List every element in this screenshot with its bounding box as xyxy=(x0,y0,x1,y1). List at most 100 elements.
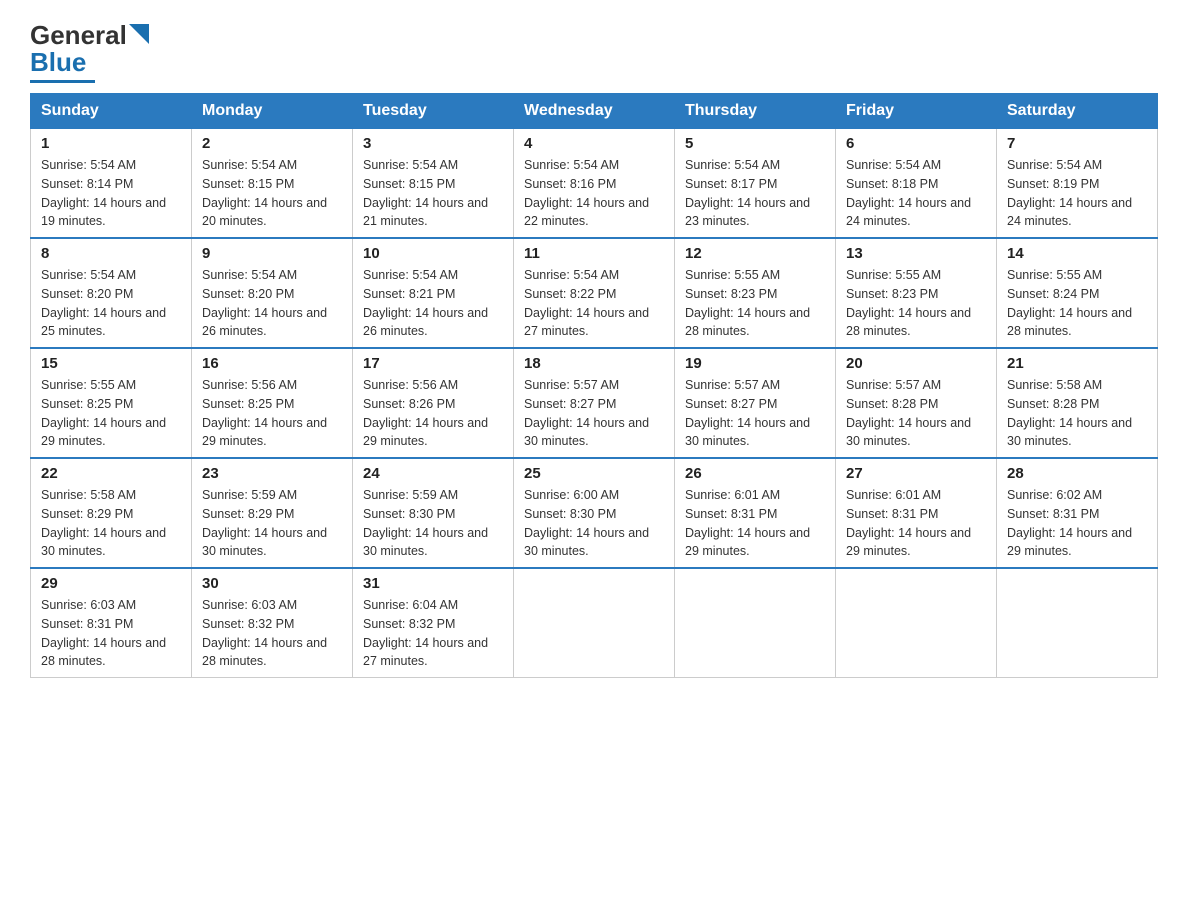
day-info: Sunrise: 5:54 AM Sunset: 8:16 PM Dayligh… xyxy=(524,156,664,231)
day-number: 26 xyxy=(685,465,825,482)
day-info: Sunrise: 6:04 AM Sunset: 8:32 PM Dayligh… xyxy=(363,596,503,671)
calendar-cell: 14 Sunrise: 5:55 AM Sunset: 8:24 PM Dayl… xyxy=(997,238,1158,348)
day-info: Sunrise: 6:01 AM Sunset: 8:31 PM Dayligh… xyxy=(685,486,825,561)
day-info: Sunrise: 6:01 AM Sunset: 8:31 PM Dayligh… xyxy=(846,486,986,561)
day-number: 20 xyxy=(846,355,986,372)
day-number: 30 xyxy=(202,575,342,592)
day-number: 31 xyxy=(363,575,503,592)
day-number: 18 xyxy=(524,355,664,372)
page-header: General Blue xyxy=(30,20,1158,83)
calendar-cell: 25 Sunrise: 6:00 AM Sunset: 8:30 PM Dayl… xyxy=(514,458,675,568)
day-info: Sunrise: 6:00 AM Sunset: 8:30 PM Dayligh… xyxy=(524,486,664,561)
calendar-header-row: SundayMondayTuesdayWednesdayThursdayFrid… xyxy=(31,94,1158,129)
calendar-cell: 5 Sunrise: 5:54 AM Sunset: 8:17 PM Dayli… xyxy=(675,129,836,239)
calendar-week-5: 29 Sunrise: 6:03 AM Sunset: 8:31 PM Dayl… xyxy=(31,568,1158,678)
day-number: 29 xyxy=(41,575,181,592)
day-info: Sunrise: 5:55 AM Sunset: 8:23 PM Dayligh… xyxy=(685,266,825,341)
day-number: 7 xyxy=(1007,135,1147,152)
day-info: Sunrise: 5:55 AM Sunset: 8:25 PM Dayligh… xyxy=(41,376,181,451)
calendar-cell: 18 Sunrise: 5:57 AM Sunset: 8:27 PM Dayl… xyxy=(514,348,675,458)
calendar-cell: 26 Sunrise: 6:01 AM Sunset: 8:31 PM Dayl… xyxy=(675,458,836,568)
day-number: 21 xyxy=(1007,355,1147,372)
header-friday: Friday xyxy=(836,94,997,129)
day-info: Sunrise: 5:54 AM Sunset: 8:22 PM Dayligh… xyxy=(524,266,664,341)
header-saturday: Saturday xyxy=(997,94,1158,129)
day-number: 11 xyxy=(524,245,664,262)
day-number: 2 xyxy=(202,135,342,152)
calendar-cell: 9 Sunrise: 5:54 AM Sunset: 8:20 PM Dayli… xyxy=(192,238,353,348)
day-number: 8 xyxy=(41,245,181,262)
calendar-week-4: 22 Sunrise: 5:58 AM Sunset: 8:29 PM Dayl… xyxy=(31,458,1158,568)
calendar-cell: 21 Sunrise: 5:58 AM Sunset: 8:28 PM Dayl… xyxy=(997,348,1158,458)
day-info: Sunrise: 5:54 AM Sunset: 8:18 PM Dayligh… xyxy=(846,156,986,231)
day-number: 28 xyxy=(1007,465,1147,482)
day-number: 23 xyxy=(202,465,342,482)
day-number: 9 xyxy=(202,245,342,262)
calendar-week-3: 15 Sunrise: 5:55 AM Sunset: 8:25 PM Dayl… xyxy=(31,348,1158,458)
day-number: 24 xyxy=(363,465,503,482)
calendar-cell xyxy=(514,568,675,678)
day-info: Sunrise: 5:54 AM Sunset: 8:20 PM Dayligh… xyxy=(41,266,181,341)
calendar-cell: 30 Sunrise: 6:03 AM Sunset: 8:32 PM Dayl… xyxy=(192,568,353,678)
day-info: Sunrise: 6:03 AM Sunset: 8:32 PM Dayligh… xyxy=(202,596,342,671)
day-info: Sunrise: 5:57 AM Sunset: 8:27 PM Dayligh… xyxy=(524,376,664,451)
calendar-cell: 29 Sunrise: 6:03 AM Sunset: 8:31 PM Dayl… xyxy=(31,568,192,678)
day-number: 25 xyxy=(524,465,664,482)
day-number: 19 xyxy=(685,355,825,372)
day-info: Sunrise: 5:59 AM Sunset: 8:30 PM Dayligh… xyxy=(363,486,503,561)
day-info: Sunrise: 5:58 AM Sunset: 8:28 PM Dayligh… xyxy=(1007,376,1147,451)
day-number: 27 xyxy=(846,465,986,482)
day-info: Sunrise: 5:55 AM Sunset: 8:24 PM Dayligh… xyxy=(1007,266,1147,341)
calendar-cell: 12 Sunrise: 5:55 AM Sunset: 8:23 PM Dayl… xyxy=(675,238,836,348)
calendar-cell: 1 Sunrise: 5:54 AM Sunset: 8:14 PM Dayli… xyxy=(31,129,192,239)
calendar-cell: 8 Sunrise: 5:54 AM Sunset: 8:20 PM Dayli… xyxy=(31,238,192,348)
day-number: 14 xyxy=(1007,245,1147,262)
calendar-cell: 13 Sunrise: 5:55 AM Sunset: 8:23 PM Dayl… xyxy=(836,238,997,348)
day-info: Sunrise: 5:56 AM Sunset: 8:26 PM Dayligh… xyxy=(363,376,503,451)
calendar-cell: 22 Sunrise: 5:58 AM Sunset: 8:29 PM Dayl… xyxy=(31,458,192,568)
calendar-table: SundayMondayTuesdayWednesdayThursdayFrid… xyxy=(30,93,1158,678)
day-number: 1 xyxy=(41,135,181,152)
calendar-cell: 11 Sunrise: 5:54 AM Sunset: 8:22 PM Dayl… xyxy=(514,238,675,348)
day-info: Sunrise: 5:58 AM Sunset: 8:29 PM Dayligh… xyxy=(41,486,181,561)
calendar-cell: 3 Sunrise: 5:54 AM Sunset: 8:15 PM Dayli… xyxy=(353,129,514,239)
calendar-cell: 16 Sunrise: 5:56 AM Sunset: 8:25 PM Dayl… xyxy=(192,348,353,458)
header-sunday: Sunday xyxy=(31,94,192,129)
day-info: Sunrise: 6:02 AM Sunset: 8:31 PM Dayligh… xyxy=(1007,486,1147,561)
day-info: Sunrise: 5:54 AM Sunset: 8:20 PM Dayligh… xyxy=(202,266,342,341)
calendar-cell: 4 Sunrise: 5:54 AM Sunset: 8:16 PM Dayli… xyxy=(514,129,675,239)
day-number: 3 xyxy=(363,135,503,152)
day-number: 4 xyxy=(524,135,664,152)
calendar-cell: 31 Sunrise: 6:04 AM Sunset: 8:32 PM Dayl… xyxy=(353,568,514,678)
day-info: Sunrise: 5:54 AM Sunset: 8:15 PM Dayligh… xyxy=(202,156,342,231)
calendar-cell: 23 Sunrise: 5:59 AM Sunset: 8:29 PM Dayl… xyxy=(192,458,353,568)
day-number: 15 xyxy=(41,355,181,372)
calendar-cell xyxy=(836,568,997,678)
day-info: Sunrise: 5:57 AM Sunset: 8:28 PM Dayligh… xyxy=(846,376,986,451)
calendar-cell: 6 Sunrise: 5:54 AM Sunset: 8:18 PM Dayli… xyxy=(836,129,997,239)
day-info: Sunrise: 5:54 AM Sunset: 8:21 PM Dayligh… xyxy=(363,266,503,341)
calendar-cell: 24 Sunrise: 5:59 AM Sunset: 8:30 PM Dayl… xyxy=(353,458,514,568)
day-number: 12 xyxy=(685,245,825,262)
calendar-week-1: 1 Sunrise: 5:54 AM Sunset: 8:14 PM Dayli… xyxy=(31,129,1158,239)
day-info: Sunrise: 5:54 AM Sunset: 8:14 PM Dayligh… xyxy=(41,156,181,231)
calendar-cell: 15 Sunrise: 5:55 AM Sunset: 8:25 PM Dayl… xyxy=(31,348,192,458)
header-wednesday: Wednesday xyxy=(514,94,675,129)
day-number: 17 xyxy=(363,355,503,372)
header-monday: Monday xyxy=(192,94,353,129)
day-info: Sunrise: 5:55 AM Sunset: 8:23 PM Dayligh… xyxy=(846,266,986,341)
calendar-cell: 20 Sunrise: 5:57 AM Sunset: 8:28 PM Dayl… xyxy=(836,348,997,458)
calendar-cell: 19 Sunrise: 5:57 AM Sunset: 8:27 PM Dayl… xyxy=(675,348,836,458)
day-number: 10 xyxy=(363,245,503,262)
day-info: Sunrise: 6:03 AM Sunset: 8:31 PM Dayligh… xyxy=(41,596,181,671)
day-number: 22 xyxy=(41,465,181,482)
logo-blue: Blue xyxy=(30,47,86,78)
header-tuesday: Tuesday xyxy=(353,94,514,129)
calendar-cell xyxy=(997,568,1158,678)
day-info: Sunrise: 5:59 AM Sunset: 8:29 PM Dayligh… xyxy=(202,486,342,561)
header-thursday: Thursday xyxy=(675,94,836,129)
day-number: 16 xyxy=(202,355,342,372)
calendar-cell xyxy=(675,568,836,678)
day-info: Sunrise: 5:54 AM Sunset: 8:17 PM Dayligh… xyxy=(685,156,825,231)
calendar-cell: 27 Sunrise: 6:01 AM Sunset: 8:31 PM Dayl… xyxy=(836,458,997,568)
